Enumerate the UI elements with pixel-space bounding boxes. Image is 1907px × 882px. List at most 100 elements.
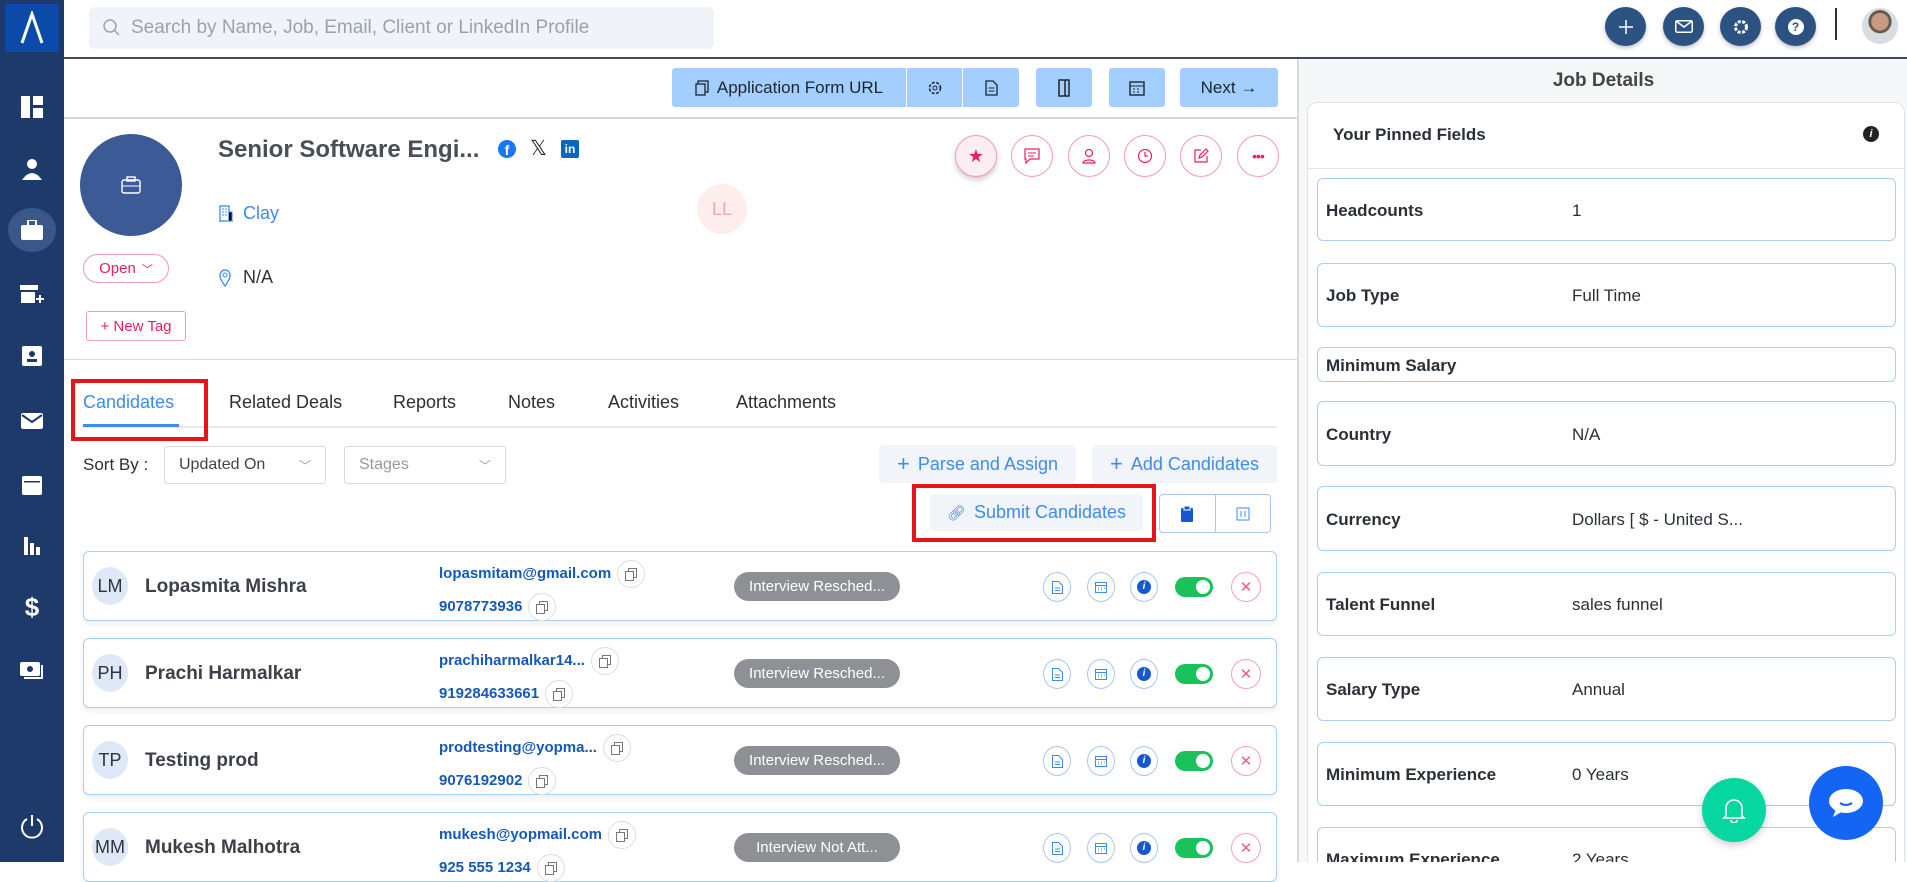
candidate-card[interactable]: PH Prachi Harmalkar prachiharmalkar14...… bbox=[83, 638, 1277, 708]
form-document-button[interactable] bbox=[963, 68, 1019, 107]
candidate-email[interactable]: prodtesting@yopma... bbox=[439, 739, 597, 756]
add-icon[interactable] bbox=[1605, 7, 1646, 46]
candidate-stage-badge[interactable]: Interview Resched... bbox=[734, 746, 900, 775]
form-settings-button[interactable] bbox=[907, 68, 962, 107]
candidate-active-toggle[interactable] bbox=[1175, 838, 1213, 858]
candidate-active-toggle[interactable] bbox=[1175, 664, 1213, 684]
user-icon[interactable] bbox=[1068, 135, 1110, 177]
sidebar-jobs-icon[interactable] bbox=[8, 208, 56, 252]
candidate-active-toggle[interactable] bbox=[1175, 577, 1213, 597]
application-form-url-button[interactable]: Application Form URL bbox=[672, 68, 906, 107]
candidate-phone[interactable]: 9076192902 bbox=[439, 772, 522, 789]
next-button[interactable]: Next → bbox=[1180, 68, 1278, 107]
panel-toggle-button[interactable] bbox=[1036, 68, 1092, 107]
copy-icon[interactable] bbox=[528, 593, 557, 621]
notifications-bell-icon[interactable] bbox=[1702, 778, 1766, 842]
candidate-phone[interactable]: 919284633661 bbox=[439, 685, 539, 702]
linkedin-icon[interactable]: in bbox=[561, 140, 579, 158]
candidate-stage-badge[interactable]: Interview Not Att... bbox=[734, 833, 900, 862]
candidate-name[interactable]: Mukesh Malhotra bbox=[145, 837, 300, 859]
facebook-icon[interactable]: f bbox=[498, 140, 516, 158]
candidate-email[interactable]: prachiharmalkar14... bbox=[439, 652, 585, 669]
candidate-name[interactable]: Lopasmita Mishra bbox=[145, 576, 307, 598]
schedule-calendar-icon[interactable] bbox=[1087, 833, 1115, 863]
copy-icon[interactable] bbox=[617, 560, 646, 588]
mail-icon[interactable] bbox=[1663, 7, 1704, 46]
field-value: Dollars [ $ - United S... bbox=[1572, 509, 1744, 529]
tab-notes[interactable]: Notes bbox=[508, 392, 555, 413]
sidebar-logout-icon[interactable] bbox=[8, 804, 56, 848]
more-options-icon[interactable]: ••• bbox=[1237, 135, 1279, 177]
app-logo[interactable] bbox=[5, 4, 59, 52]
sidebar-calendar-icon[interactable] bbox=[8, 462, 56, 506]
info-icon[interactable]: i bbox=[1130, 833, 1158, 863]
clock-icon[interactable] bbox=[1124, 135, 1166, 177]
copy-icon[interactable] bbox=[528, 767, 557, 795]
sidebar-contacts-icon[interactable] bbox=[8, 334, 56, 378]
remove-candidate-icon[interactable]: ✕ bbox=[1231, 833, 1261, 863]
schedule-calendar-icon[interactable] bbox=[1087, 572, 1115, 602]
chat-widget-icon[interactable] bbox=[1809, 766, 1883, 840]
calendar-button[interactable] bbox=[1109, 68, 1165, 107]
copy-icon[interactable] bbox=[590, 647, 619, 675]
info-icon[interactable]: i bbox=[1863, 126, 1879, 142]
sidebar-clients-icon[interactable] bbox=[8, 272, 56, 316]
copy-icon[interactable] bbox=[608, 821, 637, 849]
candidate-phone[interactable]: 9078773936 bbox=[439, 598, 522, 615]
sidebar-mail-icon[interactable] bbox=[8, 399, 56, 443]
schedule-calendar-icon[interactable] bbox=[1087, 659, 1115, 689]
remove-candidate-icon[interactable]: ✕ bbox=[1231, 572, 1261, 602]
board-view-icon[interactable] bbox=[1216, 495, 1271, 532]
candidate-name[interactable]: Testing prod bbox=[145, 750, 259, 772]
info-icon[interactable]: i bbox=[1130, 746, 1158, 776]
sidebar-dashboard-icon[interactable] bbox=[8, 85, 56, 129]
chevron-down-icon: ﹀ bbox=[141, 263, 153, 276]
resume-document-icon[interactable] bbox=[1043, 572, 1071, 602]
help-icon[interactable]: ? bbox=[1775, 7, 1816, 46]
candidate-name[interactable]: Prachi Harmalkar bbox=[145, 663, 301, 685]
tab-attachments[interactable]: Attachments bbox=[736, 392, 836, 413]
resume-document-icon[interactable] bbox=[1043, 833, 1071, 863]
candidate-card[interactable]: LM Lopasmita Mishra lopasmitam@gmail.com… bbox=[83, 551, 1277, 621]
sidebar-payroll-icon[interactable] bbox=[8, 647, 56, 691]
candidate-stage-badge[interactable]: Interview Resched... bbox=[734, 659, 900, 688]
edit-icon[interactable] bbox=[1180, 135, 1222, 177]
sidebar-reports-icon[interactable] bbox=[8, 523, 56, 567]
x-twitter-icon[interactable]: 𝕏 bbox=[530, 136, 547, 161]
resume-document-icon[interactable] bbox=[1043, 746, 1071, 776]
global-search-input[interactable]: Search by Name, Job, Email, Client or Li… bbox=[89, 7, 714, 49]
candidate-email[interactable]: lopasmitam@gmail.com bbox=[439, 565, 611, 582]
sort-select[interactable]: Updated On ﹀ bbox=[164, 446, 326, 484]
owner-avatar[interactable]: LL bbox=[697, 184, 747, 234]
new-tag-button[interactable]: + New Tag bbox=[86, 311, 186, 341]
remove-candidate-icon[interactable]: ✕ bbox=[1231, 746, 1261, 776]
candidate-card[interactable]: TP Testing prod prodtesting@yopma... 907… bbox=[83, 725, 1277, 795]
add-candidates-button[interactable]: + Add Candidates bbox=[1092, 445, 1277, 483]
tab-activities[interactable]: Activities bbox=[608, 392, 679, 413]
comment-icon[interactable] bbox=[1011, 135, 1053, 177]
info-icon[interactable]: i bbox=[1130, 659, 1158, 689]
copy-icon[interactable] bbox=[602, 734, 631, 762]
user-avatar[interactable] bbox=[1862, 8, 1898, 44]
candidate-card[interactable]: MM Mukesh Malhotra mukesh@yopmail.com 92… bbox=[83, 812, 1277, 882]
job-status-dropdown[interactable]: Open ﹀ bbox=[83, 254, 169, 283]
copy-icon[interactable] bbox=[536, 854, 565, 882]
gear-icon[interactable] bbox=[1720, 7, 1761, 46]
candidate-active-toggle[interactable] bbox=[1175, 751, 1213, 771]
candidate-email[interactable]: mukesh@yopmail.com bbox=[439, 826, 602, 843]
schedule-calendar-icon[interactable] bbox=[1087, 746, 1115, 776]
favorite-star-icon[interactable]: ★ bbox=[955, 135, 997, 177]
info-icon[interactable]: i bbox=[1130, 572, 1158, 602]
resume-document-icon[interactable] bbox=[1043, 659, 1071, 689]
parse-and-assign-button[interactable]: + Parse and Assign bbox=[879, 445, 1076, 483]
stages-select[interactable]: Stages ﹀ bbox=[344, 446, 506, 484]
sidebar-billing-icon[interactable]: $ bbox=[8, 585, 56, 629]
list-view-clipboard-icon[interactable] bbox=[1160, 495, 1216, 532]
tab-reports[interactable]: Reports bbox=[393, 392, 456, 413]
copy-icon[interactable] bbox=[545, 680, 574, 708]
sidebar-candidates-icon[interactable] bbox=[8, 147, 56, 191]
candidate-stage-badge[interactable]: Interview Resched... bbox=[734, 572, 900, 601]
tab-related-deals[interactable]: Related Deals bbox=[229, 392, 342, 413]
remove-candidate-icon[interactable]: ✕ bbox=[1231, 659, 1261, 689]
job-client-link[interactable]: Clay bbox=[219, 203, 279, 224]
